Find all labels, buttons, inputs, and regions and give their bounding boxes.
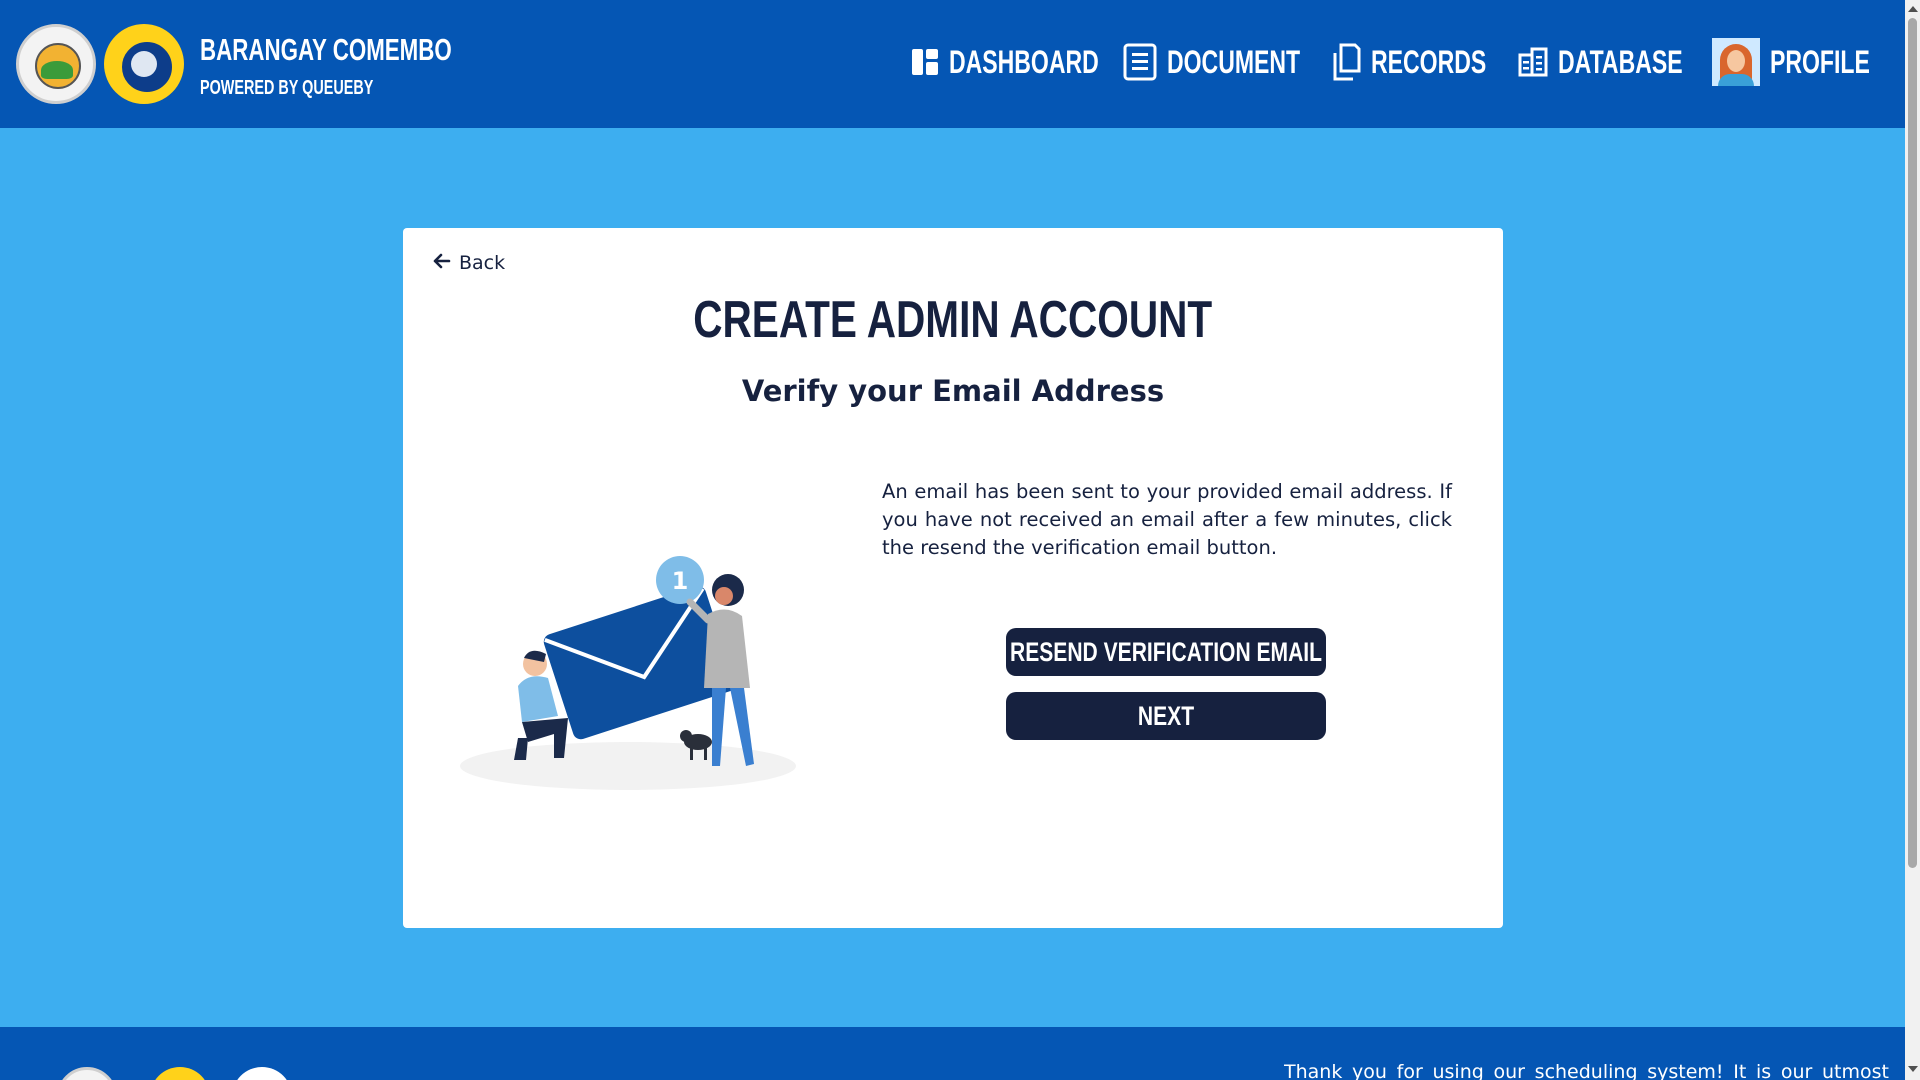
scroll-up-arrow-icon[interactable] [1908,6,1918,12]
nav-document-label: DOCUMENT [1167,43,1301,80]
nav-records-label: RECORDS [1371,43,1487,80]
footer-seal-logo [232,1067,292,1080]
email-illustration: 1 [458,538,808,802]
makati-city-seal-logo [16,24,96,104]
dashboard-icon [911,48,939,76]
brand-title: BARANGAY COMEMBO [200,32,452,67]
nav-profile[interactable]: PROFILE [1712,38,1909,86]
create-admin-card: Back CREATE ADMIN ACCOUNT Verify your Em… [403,228,1503,928]
page-scrollbar[interactable] [1905,0,1920,1080]
nav-dashboard[interactable]: DASHBOARD [911,40,1157,84]
back-label: Back [459,252,506,274]
page-title-text: CREATE ADMIN ACCOUNT [693,291,1213,349]
records-icon [1331,43,1361,81]
verification-message: An email has been sent to your provided … [882,480,1452,559]
document-icon [1123,43,1157,81]
footer-comembo-seal-logo [150,1067,210,1080]
page-subtitle: Verify your Email Address [741,374,1165,408]
scroll-down-arrow-icon[interactable] [1908,1066,1918,1072]
nav-dashboard-label: DASHBOARD [949,43,1099,80]
comembo-seal-logo [98,18,190,110]
resend-button-label: RESEND VERIFICATION EMAIL [1009,636,1323,667]
nav-database-label: DATABASE [1558,43,1683,80]
back-link[interactable]: Back [433,252,505,274]
next-button[interactable]: NEXT [1006,692,1326,740]
resend-verification-email-button[interactable]: RESEND VERIFICATION EMAIL [1006,628,1326,676]
nav-profile-label: PROFILE [1770,43,1870,80]
top-nav-bar: BARANGAY COMEMBO POWERED BY QUEUEBY DASH… [0,0,1905,128]
brand-subtitle: POWERED BY QUEUEBY [200,77,374,99]
profile-avatar [1712,38,1760,86]
notification-badge-count: 1 [672,567,689,595]
database-icon [1518,47,1548,77]
next-button-label: NEXT [1137,700,1195,731]
footer-message: Thank you for using our scheduling syste… [1284,1061,1889,1080]
arrow-left-icon [433,253,451,273]
scroll-thumb[interactable] [1908,18,1917,868]
page-title: CREATE ADMIN ACCOUNT [403,290,1503,350]
nav-document[interactable]: DOCUMENT [1123,40,1352,84]
footer: Thank you for using our scheduling syste… [0,1027,1905,1080]
nav-database[interactable]: DATABASE [1518,40,1731,84]
footer-makati-seal-logo [57,1067,117,1080]
nav-records[interactable]: RECORDS [1331,40,1531,84]
